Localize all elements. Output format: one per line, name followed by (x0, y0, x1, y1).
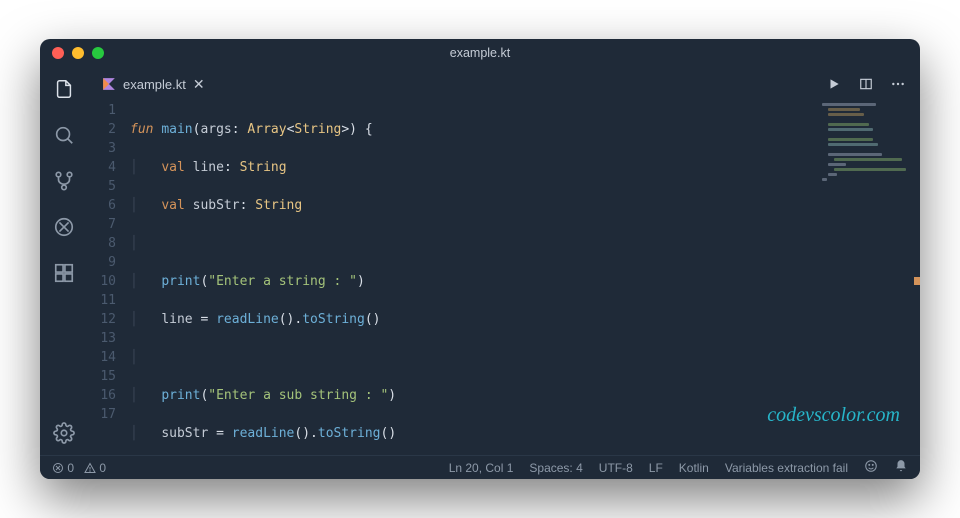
status-message[interactable]: Variables extraction fail (725, 461, 848, 475)
status-warnings[interactable]: 0 (84, 461, 106, 475)
tabbar: example.kt ✕ (88, 67, 920, 101)
status-eol[interactable]: LF (649, 461, 663, 475)
status-lncol[interactable]: Ln 20, Col 1 (449, 461, 514, 475)
tab-filename: example.kt (123, 77, 186, 92)
window-title: example.kt (40, 46, 920, 60)
activity-bar (40, 67, 88, 455)
explorer-icon[interactable] (52, 77, 76, 101)
debug-icon[interactable] (52, 215, 76, 239)
kotlin-file-icon (102, 77, 116, 91)
close-tab-icon[interactable]: ✕ (193, 76, 205, 93)
editor-area: example.kt ✕ 123 (88, 67, 920, 455)
notifications-bell-icon[interactable] (894, 459, 908, 476)
minimap-marker (914, 277, 920, 285)
editor-actions (826, 76, 920, 92)
status-encoding[interactable]: UTF-8 (599, 461, 633, 475)
run-icon[interactable] (826, 76, 842, 92)
settings-gear-icon[interactable] (52, 421, 76, 445)
status-language[interactable]: Kotlin (679, 461, 709, 475)
window-body: example.kt ✕ 123 (40, 67, 920, 455)
more-actions-icon[interactable] (890, 76, 906, 92)
status-bar: 0 0 Ln 20, Col 1 Spaces: 4 UTF-8 LF Kotl… (40, 455, 920, 479)
status-errors[interactable]: 0 (52, 461, 74, 475)
line-gutter: 123 456 789 101112 131415 1617 (88, 101, 130, 455)
watermark: codevscolor.com (767, 404, 900, 427)
source-control-icon[interactable] (52, 169, 76, 193)
titlebar: example.kt (40, 39, 920, 67)
extensions-icon[interactable] (52, 261, 76, 285)
feedback-smiley-icon[interactable] (864, 459, 878, 476)
tab-example-kt[interactable]: example.kt ✕ (92, 67, 215, 101)
editor-window: example.kt (40, 39, 920, 479)
split-editor-icon[interactable] (858, 76, 874, 92)
search-icon[interactable] (52, 123, 76, 147)
status-spaces[interactable]: Spaces: 4 (529, 461, 582, 475)
code-content[interactable]: fun main(args: Array<String>) { │ val li… (130, 101, 920, 455)
code-editor[interactable]: 123 456 789 101112 131415 1617 fun main(… (88, 101, 920, 455)
